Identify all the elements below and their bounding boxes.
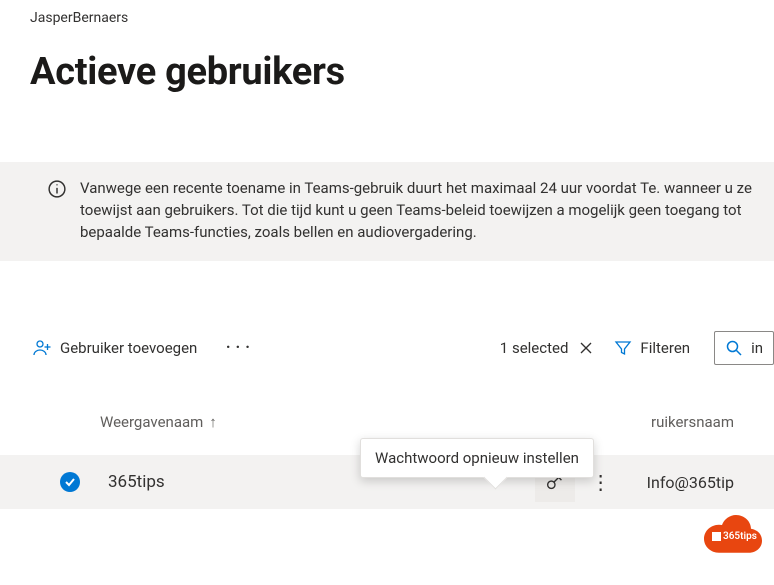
info-banner: Vanwege een recente toename in Teams-geb… — [0, 162, 774, 261]
clear-selection-button[interactable] — [578, 340, 594, 356]
selection-count: 1 selected — [500, 339, 569, 357]
watermark-square-icon — [712, 532, 721, 541]
info-banner-text: Vanwege een recente toename in Teams-geb… — [80, 178, 756, 243]
row-display-name: 365tips — [108, 472, 165, 492]
watermark-text: 365tips — [723, 531, 757, 542]
add-user-button[interactable]: Gebruiker toevoegen — [30, 334, 199, 362]
search-icon — [725, 339, 743, 357]
checkmark-icon — [64, 476, 76, 488]
row-selected-checkbox[interactable] — [60, 472, 80, 492]
row-username: Info@365tip — [647, 473, 734, 492]
column-display-name[interactable]: Weergavenaam ↑ — [100, 413, 217, 431]
toolbar: Gebruiker toevoegen ··· 1 selected Filte… — [30, 331, 774, 365]
watermark-logo: 365tips — [696, 511, 766, 555]
column-display-name-label: Weergavenaam — [100, 413, 203, 431]
filter-label: Filteren — [640, 339, 690, 357]
column-username[interactable]: ruikersnaam — [651, 413, 774, 431]
page-title: Actieve gebruikers — [30, 50, 774, 94]
filter-icon — [614, 339, 632, 357]
info-icon — [48, 180, 66, 198]
more-actions-button[interactable]: ··· — [219, 336, 260, 361]
reset-password-tooltip: Wachtwoord opnieuw instellen — [360, 438, 594, 478]
tenant-name: JasperBernaers — [30, 0, 774, 26]
add-user-icon — [32, 338, 52, 358]
filter-button[interactable]: Filteren — [612, 335, 692, 361]
table-header: Weergavenaam ↑ ruikersnaam — [30, 413, 774, 431]
search-input[interactable]: in — [714, 331, 774, 365]
sort-ascending-icon: ↑ — [209, 413, 217, 431]
close-icon — [578, 340, 594, 356]
add-user-label: Gebruiker toevoegen — [60, 339, 197, 357]
search-value: in — [751, 339, 763, 357]
